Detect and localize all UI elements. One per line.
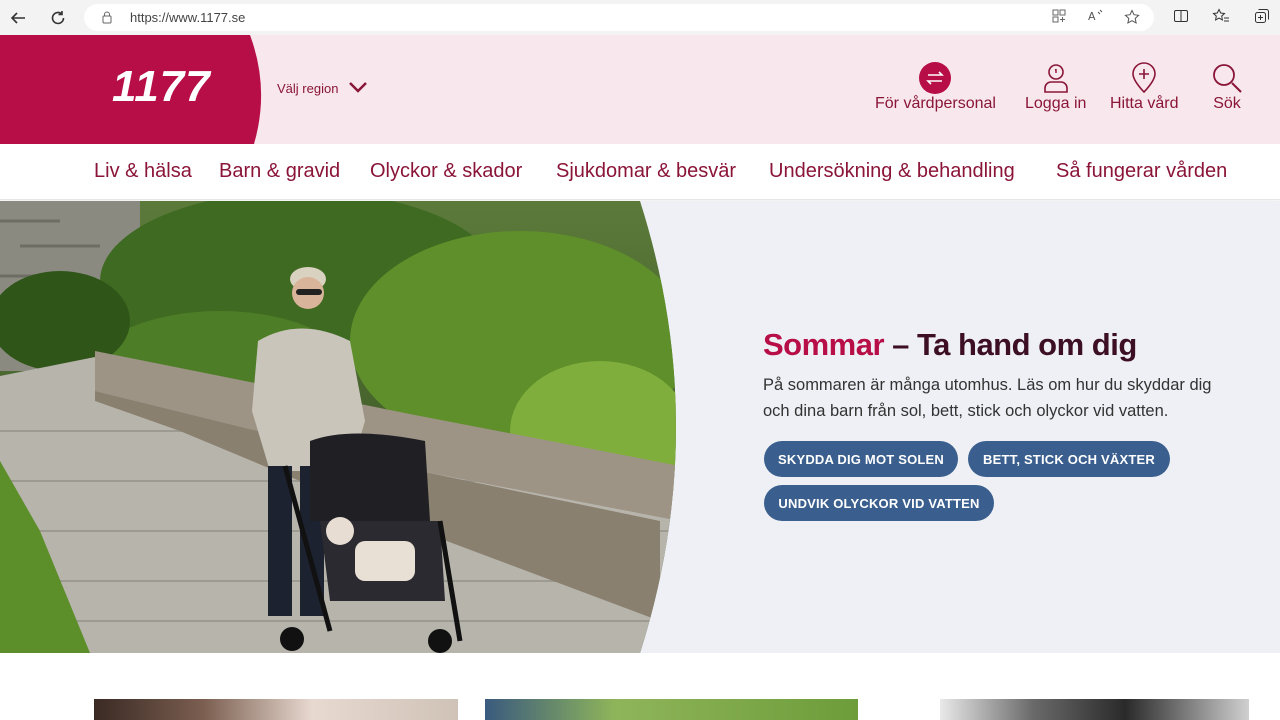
favorite-star-icon[interactable] (1123, 9, 1141, 27)
nav-item-sjukdomar-besvar[interactable]: Sjukdomar & besvär (556, 160, 736, 183)
svg-text:A: A (1088, 10, 1096, 23)
header-item-professional[interactable]: För vårdpersonal (875, 62, 996, 113)
card-image[interactable] (940, 699, 1249, 720)
header-item-label: Hitta vård (1110, 95, 1179, 112)
apps-icon[interactable] (1050, 9, 1068, 27)
sun-protection-button[interactable]: SKYDDA DIG MOT SOLEN (764, 441, 958, 477)
back-arrow-icon[interactable] (6, 6, 30, 30)
nav-item-undersokning-behandling[interactable]: Undersökning & behandling (769, 160, 1015, 183)
bites-stings-button[interactable]: BETT, STICK OCH VÄXTER (968, 441, 1170, 477)
hero-title-rest: – Ta hand om dig (884, 327, 1137, 362)
card-image[interactable] (94, 699, 458, 720)
swap-arrows-icon (919, 62, 952, 94)
search-icon (1211, 62, 1243, 94)
read-aloud-icon[interactable]: A (1087, 9, 1105, 27)
browser-toolbar: https://www.1177.se A (0, 0, 1280, 35)
header-item-label: För vårdpersonal (875, 95, 996, 112)
water-accidents-button[interactable]: UNDVIK OLYCKOR VID VATTEN (764, 485, 994, 521)
lock-icon[interactable] (100, 10, 114, 29)
address-bar[interactable]: https://www.1177.se A (84, 4, 1154, 31)
location-pin-icon (1130, 62, 1158, 94)
nav-item-liv-halsa[interactable]: Liv & hälsa (94, 160, 192, 183)
hero-description: På sommaren är många utomhus. Läs om hur… (763, 376, 1212, 420)
header-item-search[interactable]: Sök (1211, 62, 1243, 113)
header-item-label: Logga in (1025, 95, 1087, 112)
header-item-label: Sök (1213, 95, 1241, 112)
split-screen-icon[interactable] (1171, 8, 1191, 28)
nav-item-sa-fungerar-varden[interactable]: Så fungerar vården (1056, 160, 1227, 183)
card-image[interactable] (485, 699, 858, 720)
header-item-find-care[interactable]: Hitta vård (1110, 62, 1178, 113)
hero-title: Sommar – Ta hand om dig (763, 327, 1137, 363)
user-icon (1042, 62, 1070, 94)
hero-image (0, 201, 676, 653)
url-text[interactable]: https://www.1177.se (130, 10, 245, 25)
hero-title-accent: Sommar (763, 327, 885, 362)
nav-item-olyckor-skador[interactable]: Olyckor & skador (370, 160, 522, 183)
region-label: Välj region (277, 81, 339, 96)
region-selector[interactable]: Välj region (277, 81, 368, 96)
hero-section: Sommar – Ta hand om dig På sommaren är m… (0, 201, 1280, 653)
header-item-login[interactable]: Logga in (1025, 62, 1086, 113)
main-navigation: Liv & hälsa Barn & gravid Olyckor & skad… (0, 144, 1280, 200)
chevron-down-icon (348, 81, 368, 96)
site-logo[interactable]: 1177 (112, 62, 211, 112)
collections-icon[interactable] (1252, 8, 1272, 28)
favorites-list-icon[interactable] (1211, 8, 1231, 28)
refresh-icon[interactable] (46, 6, 70, 30)
nav-item-barn-gravid[interactable]: Barn & gravid (219, 160, 340, 183)
